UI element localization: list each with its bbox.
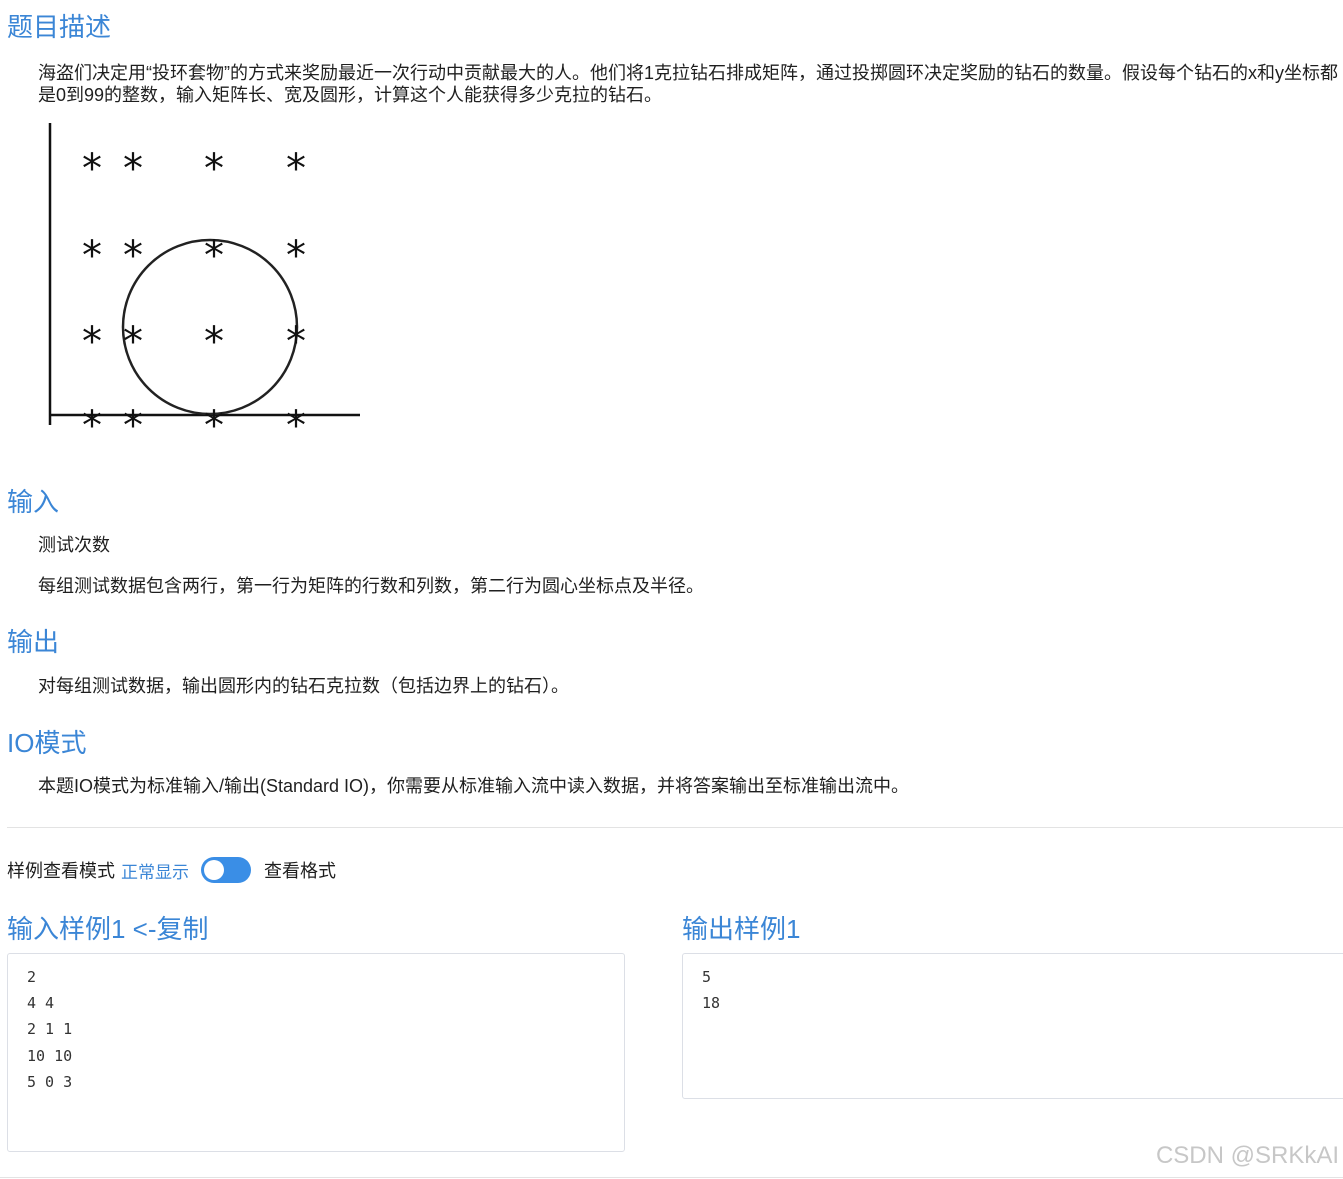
input-line-2: 每组测试数据包含两行，第一行为矩阵的行数和列数，第二行为圆心坐标点及半径。 — [38, 576, 704, 596]
diamond-star: * — [204, 233, 224, 279]
diamond-star: * — [204, 146, 224, 192]
sample-mode-row: 样例查看模式 正常显示 查看格式 — [7, 856, 336, 884]
description-heading: 题目描述 — [7, 12, 112, 42]
io-mode-text: 本题IO模式为标准输入/输出(Standard IO)，你需要从标准输入流中读入… — [38, 776, 910, 796]
sample-mode-label: 样例查看模式 — [7, 861, 115, 881]
diamond-star: * — [82, 146, 102, 192]
input-line-1: 测试次数 — [38, 535, 110, 555]
diamond-star: * — [123, 233, 143, 279]
output-sample-line: 5 — [702, 968, 712, 986]
output-sample-title: 输出样例1 — [682, 914, 801, 944]
output-sample-box: 5 18 — [682, 953, 1343, 1099]
input-sample-title[interactable]: 输入样例1 <-复制 — [7, 913, 209, 945]
diamond-star: * — [82, 319, 102, 365]
input-heading: 输入 — [7, 487, 60, 517]
diamond-star: * — [123, 319, 143, 365]
output-sample-line: 18 — [702, 994, 721, 1013]
input-sample-box: 2 4 4 2 1 1 10 10 5 0 3 — [7, 953, 625, 1152]
output-heading: 输出 — [7, 627, 60, 657]
diamond-star: * — [204, 319, 224, 365]
normal-display-label[interactable]: 正常显示 — [121, 858, 189, 883]
output-text: 对每组测试数据，输出圆形内的钻石克拉数（包括边界上的钻石）。 — [38, 676, 569, 696]
diamond-star: * — [123, 146, 143, 192]
diamond-star: * — [286, 403, 306, 449]
view-format-label[interactable]: 查看格式 — [264, 857, 336, 883]
input-sample-line: 5 0 3 — [27, 1072, 73, 1091]
diamond-star: * — [82, 403, 102, 449]
diamond-grid-figure: * * * * * * * * * * * * * * * * — [48, 123, 360, 449]
bottom-divider — [0, 1177, 1343, 1178]
diamond-star: * — [123, 403, 143, 449]
input-sample-line: 4 4 — [27, 994, 55, 1013]
input-sample-line: 2 1 1 — [27, 1020, 73, 1039]
diamond-star: * — [286, 233, 306, 279]
input-sample-line: 10 10 — [27, 1046, 73, 1065]
divider — [7, 827, 1343, 828]
diamond-star: * — [82, 233, 102, 279]
description-text: 海盗们决定用“投环套物”的方式来奖励最近一次行动中贡献最大的人。他们将1克拉钻石… — [38, 63, 1338, 105]
input-sample-line: 2 — [27, 968, 37, 986]
watermark: CSDN @SRKkAI — [1155, 1142, 1339, 1169]
toggle-knob — [204, 860, 224, 880]
format-toggle[interactable] — [201, 857, 251, 883]
diamond-star: * — [286, 146, 306, 192]
diamond-star: * — [286, 319, 306, 365]
io-mode-heading: IO模式 — [7, 728, 87, 758]
diamond-star: * — [204, 403, 224, 449]
